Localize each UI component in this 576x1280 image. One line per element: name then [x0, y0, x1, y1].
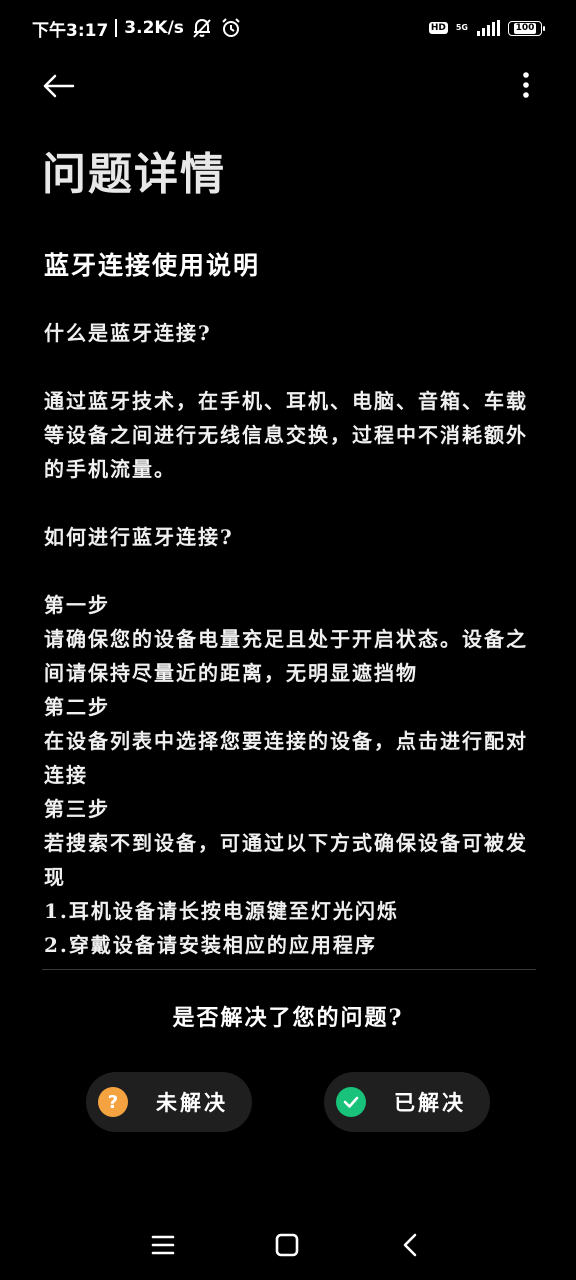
hd-badge: HD [428, 22, 448, 34]
step2-text: 在设备列表中选择您要连接的设备，点击进行配对连接 [44, 729, 528, 787]
question-how-to: 如何进行蓝牙连接? [44, 525, 234, 549]
square-icon [275, 1233, 299, 1257]
solved-button[interactable]: 已解决 [324, 1072, 490, 1132]
bell-off-icon [193, 19, 211, 38]
step3-text: 若搜索不到设备，可通过以下方式确保设备可被发现 [44, 831, 528, 889]
arrow-left-icon [43, 74, 75, 98]
system-nav-bar [0, 1220, 576, 1270]
solved-label: 已解决 [394, 1090, 466, 1115]
top-bar [0, 58, 576, 114]
status-net-speed: 3.2K/s [124, 18, 184, 38]
battery-icon: 100 [508, 20, 545, 36]
divider [42, 969, 536, 970]
signal-icon [477, 20, 500, 36]
question-what-is: 什么是蓝牙连接? [44, 321, 212, 345]
more-options-button[interactable] [500, 66, 540, 106]
status-left: 下午3:17 3.2K/s [32, 16, 242, 41]
screen: 下午3:17 3.2K/s HD 5G 100 问题详情 蓝牙连接使用说明 什么… [0, 0, 576, 1280]
status-bar: 下午3:17 3.2K/s HD 5G 100 [0, 0, 576, 56]
nav-back-button[interactable] [396, 1230, 426, 1260]
tip-1: 1.耳机设备请长按电源键至灯光闪烁 [44, 899, 399, 923]
status-separator [115, 19, 118, 37]
network-type: 5G [455, 23, 468, 32]
alarm-clock-icon [222, 18, 240, 37]
back-button[interactable] [38, 66, 78, 106]
feedback-question: 是否解决了您的问题? [172, 1005, 404, 1031]
step3-title: 第三步 [44, 797, 110, 821]
status-time: 下午3:17 [32, 20, 109, 41]
step1-title: 第一步 [44, 593, 110, 617]
answer-what-is: 通过蓝牙技术，在手机、耳机、电脑、音箱、车载等设备之间进行无线信息交换，过程中不… [44, 389, 528, 481]
tip-2: 2.穿戴设备请安装相应的应用程序 [44, 933, 377, 957]
page-title: 问题详情 [42, 149, 226, 200]
check-circle-icon [336, 1087, 366, 1117]
more-vertical-icon [523, 72, 529, 98]
chevron-left-icon [403, 1233, 417, 1257]
step1-text: 请确保您的设备电量充足且处于开启状态。设备之间请保持尽量近的距离，无明显遮挡物 [44, 627, 528, 685]
nav-menu-button[interactable] [148, 1230, 178, 1260]
question-circle-icon: ? [98, 1087, 128, 1117]
nav-home-button[interactable] [272, 1230, 302, 1260]
step2-title: 第二步 [44, 695, 110, 719]
article-title: 蓝牙连接使用说明 [44, 251, 261, 280]
status-right: HD 5G 100 [428, 20, 545, 36]
unsolved-button[interactable]: ? 未解决 [86, 1072, 252, 1132]
article-content: 蓝牙连接使用说明 什么是蓝牙连接? 通过蓝牙技术，在手机、耳机、电脑、音箱、车载… [44, 246, 536, 962]
menu-lines-icon [151, 1235, 175, 1255]
unsolved-label: 未解决 [156, 1090, 228, 1115]
battery-level: 100 [513, 22, 537, 34]
